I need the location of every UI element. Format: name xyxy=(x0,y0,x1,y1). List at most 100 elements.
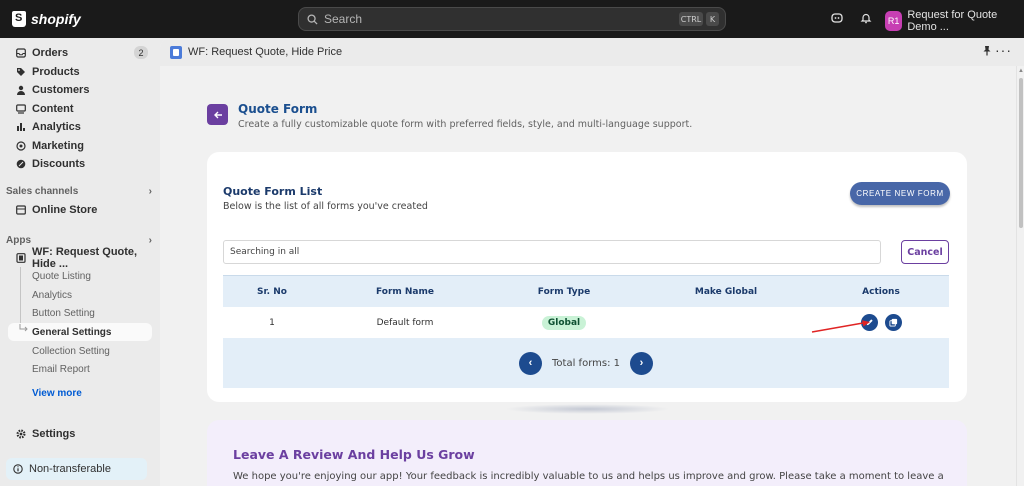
review-title: Leave A Review And Help Us Grow xyxy=(233,447,475,462)
app-title-bar: WF: Request Quote, Hide Price ··· xyxy=(160,38,1024,66)
next-page-button[interactable]: › xyxy=(629,351,653,375)
section-label: Sales channels xyxy=(6,186,79,197)
global-search-input[interactable]: Search CTRL K xyxy=(298,7,726,31)
bar-chart-icon xyxy=(16,122,26,132)
shopify-logo[interactable]: shopify xyxy=(12,11,81,27)
search-placeholder: Search xyxy=(324,12,363,26)
sidebar-item-label: Marketing xyxy=(32,140,84,152)
form-type-badge: Global xyxy=(541,315,587,330)
shortcut-ctrl-key: CTRL xyxy=(679,12,703,26)
shortcut-k-key: K xyxy=(706,12,719,26)
page-title: Quote Form xyxy=(238,102,318,116)
page-description: Create a fully customizable quote form w… xyxy=(238,119,693,130)
sidebar-item-label: Products xyxy=(32,66,80,78)
sidebar-item-label: Discounts xyxy=(32,158,86,170)
gear-icon xyxy=(16,429,26,439)
tree-branch-icon xyxy=(19,324,28,332)
shopify-bag-icon xyxy=(12,11,26,27)
store-menu-button[interactable]: R1 Request for Quote Demo ... xyxy=(885,9,1024,33)
content-icon xyxy=(16,104,26,114)
column-header-sr-no: Sr. No xyxy=(257,286,287,297)
sidebar-item-app[interactable]: WF: Request Quote, Hide ... xyxy=(8,246,152,270)
sidebar-subitem-button-setting[interactable]: Button Setting xyxy=(32,304,95,322)
cell-form-type: Global xyxy=(489,315,639,330)
sidebar-item-online-store[interactable]: Online Store xyxy=(8,201,152,219)
sidebar-item-marketing[interactable]: Marketing xyxy=(8,137,152,155)
prev-page-button[interactable]: ‹ xyxy=(519,351,543,375)
annotation-arrow-icon xyxy=(811,320,870,333)
scroll-up-icon[interactable]: ▲ xyxy=(1018,68,1024,74)
sidebar-item-label: Online Store xyxy=(32,204,98,216)
brand-name: shopify xyxy=(31,11,81,27)
notification-bell-icon[interactable] xyxy=(859,11,873,25)
form-search-input[interactable]: Searching in all xyxy=(223,240,881,264)
list-title: Quote Form List xyxy=(223,185,323,198)
sidebar-item-label: Content xyxy=(32,103,74,115)
scrollbar-thumb[interactable] xyxy=(1019,78,1023,228)
sidebar-item-customers[interactable]: Customers xyxy=(8,81,152,99)
total-forms-count: Total forms: 1 xyxy=(552,357,620,369)
sidebar-item-discounts[interactable]: Discounts xyxy=(8,155,152,173)
cell-form-name: Default form xyxy=(376,317,434,328)
cancel-button[interactable]: Cancel xyxy=(901,240,949,264)
quote-form-list-card: Quote Form List Below is the list of all… xyxy=(207,152,967,402)
list-description: Below is the list of all forms you've cr… xyxy=(223,201,428,212)
orders-count-badge: 2 xyxy=(134,46,148,59)
more-actions-icon[interactable]: ··· xyxy=(995,42,1012,58)
sidebar-item-analytics[interactable]: Analytics xyxy=(8,118,152,136)
card-shadow xyxy=(505,404,670,414)
sidebar-subitem-collection-setting[interactable]: Collection Setting xyxy=(32,342,110,360)
column-header-make-global: Make Global xyxy=(694,286,758,297)
quote-form-header: Quote Form Create a fully customizable q… xyxy=(207,102,692,130)
column-header-form-type: Form Type xyxy=(537,286,591,297)
sales-channels-section[interactable]: Sales channels › xyxy=(6,186,152,197)
apps-section[interactable]: Apps › xyxy=(6,235,152,246)
inbox-icon xyxy=(16,48,26,58)
main-content: WF: Request Quote, Hide Price ··· ▲ Quot… xyxy=(160,38,1024,486)
pin-icon[interactable] xyxy=(982,45,992,59)
sidebar-subitem-analytics[interactable]: Analytics xyxy=(32,286,72,304)
sidebar-item-orders[interactable]: Orders 2 xyxy=(8,44,152,62)
search-icon xyxy=(305,12,319,26)
pagination: ‹ Total forms: 1 › xyxy=(223,338,949,388)
review-card: Leave A Review And Help Us Grow We hope … xyxy=(207,420,967,486)
sidebar-item-label: Analytics xyxy=(32,121,81,133)
chevron-right-icon: › xyxy=(148,235,152,246)
sidebar-item-label: Settings xyxy=(32,428,76,440)
scrollbar[interactable]: ▲ xyxy=(1016,66,1024,486)
non-transferable-label: Non-transferable xyxy=(29,463,111,475)
tag-icon xyxy=(16,67,26,77)
sidebar-item-content[interactable]: Content xyxy=(8,100,152,118)
target-icon xyxy=(16,141,26,151)
store-name: Request for Quote Demo ... xyxy=(907,9,998,33)
back-button[interactable] xyxy=(207,104,228,125)
app-icon xyxy=(16,253,26,263)
sidebar-item-label: Customers xyxy=(32,84,90,96)
duplicate-form-button[interactable] xyxy=(884,314,902,331)
sidekick-icon[interactable] xyxy=(830,11,844,25)
sidebar: Orders 2 Products Customers Content Anal… xyxy=(0,38,160,486)
arrow-left-icon xyxy=(213,111,222,118)
column-header-actions: Actions xyxy=(862,286,900,297)
copy-icon xyxy=(888,318,897,327)
review-text: We hope you're enjoying our app! Your fe… xyxy=(233,471,944,482)
sidebar-subitem-general-settings[interactable]: General Settings xyxy=(32,323,111,341)
chevron-right-icon: › xyxy=(148,186,152,197)
non-transferable-banner[interactable]: Non-transferable xyxy=(6,458,147,480)
top-bar: shopify Search CTRL K R1 Request for Quo… xyxy=(0,0,1024,38)
storefront-icon xyxy=(16,205,26,215)
search-input-text: Searching in all xyxy=(230,247,300,257)
store-avatar: R1 xyxy=(885,11,903,31)
create-new-form-button[interactable]: CREATE NEW FORM xyxy=(850,182,950,205)
sidebar-subitem-email-report[interactable]: Email Report xyxy=(32,360,90,378)
sidebar-item-settings[interactable]: Settings xyxy=(8,425,152,443)
sidebar-item-products[interactable]: Products xyxy=(8,63,152,81)
sidebar-item-label: Orders xyxy=(32,47,69,59)
sidebar-subitem-quote-listing[interactable]: Quote Listing xyxy=(32,267,91,285)
info-icon xyxy=(13,464,23,474)
app-icon xyxy=(170,45,182,59)
column-header-form-name: Form Name xyxy=(375,286,434,297)
discount-icon xyxy=(16,159,26,169)
cell-sr-no: 1 xyxy=(269,317,275,328)
view-more-link[interactable]: View more xyxy=(32,388,82,399)
